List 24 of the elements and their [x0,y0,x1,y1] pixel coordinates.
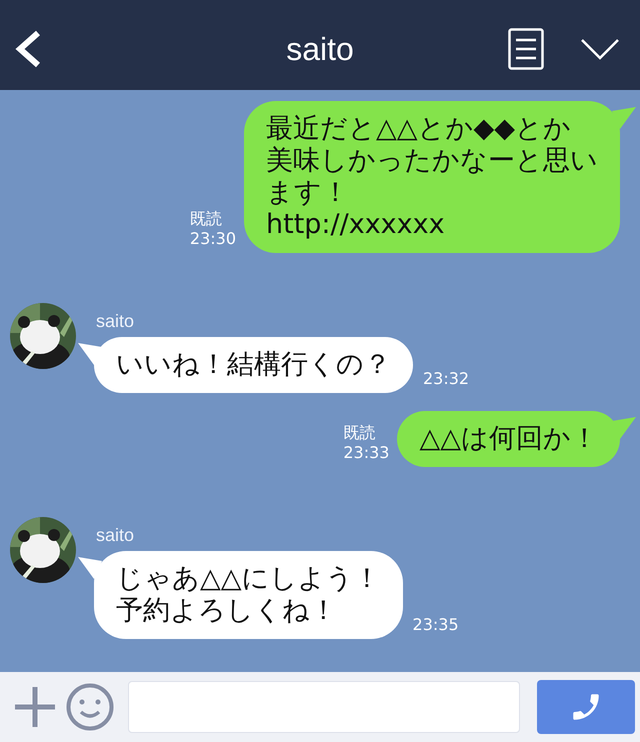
received-message: じゃあ△△にしよう！ 予約よろしくね！ [94,551,403,639]
bubble-tail [612,417,636,439]
message-time: 23:35 [412,615,459,635]
message-time: 23:33 [343,443,390,463]
bubble-tail [78,343,102,365]
call-button[interactable] [537,680,635,734]
notes-icon[interactable] [508,28,544,70]
read-receipt: 既読 [190,209,222,229]
chat-title: saito [286,30,354,69]
message-time: 23:30 [190,229,236,249]
smiley-icon[interactable] [66,683,114,731]
read-receipt: 既読 [343,423,376,443]
sender-name: saito [95,310,136,333]
bubble-tail [78,557,102,579]
bubble-tail [612,107,636,129]
received-message: いいね！結構行くの？ [94,337,413,393]
plus-icon[interactable] [14,686,56,728]
sent-message: 最近だと△△とか◆◆とか 美味しかったかなーと思い ます！ http://xxxxxx [244,101,620,253]
sent-message: △△は何回か！ [397,411,620,467]
message-input[interactable] [128,681,520,733]
sender-name: saito [95,524,136,547]
message-time: 23:32 [423,369,470,389]
back-icon[interactable] [14,29,42,69]
chevron-down-icon[interactable] [580,37,620,61]
